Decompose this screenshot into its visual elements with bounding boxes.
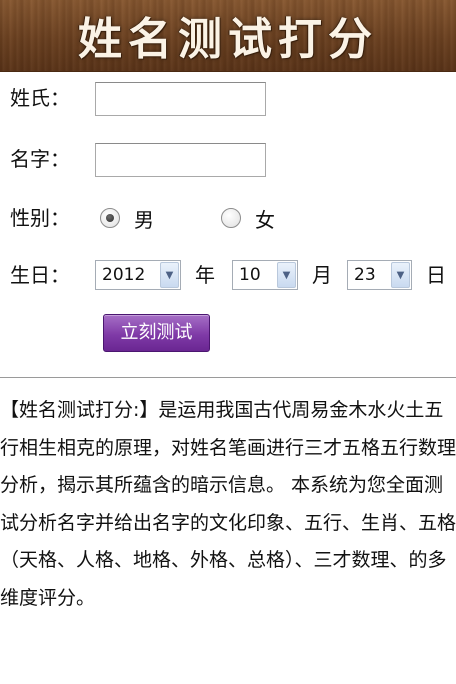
given-name-label: 名字： bbox=[10, 147, 70, 171]
gender-female-label: 女 bbox=[255, 207, 275, 232]
page-title: 姓名测试打分 bbox=[78, 13, 378, 65]
surname-input[interactable] bbox=[95, 82, 266, 116]
birthday-row: 生日： 2012 ▼ 年 10 ▼ 月 23 ▼ 日 bbox=[0, 255, 456, 295]
radio-male[interactable] bbox=[100, 208, 120, 228]
description-text: 【姓名测试打分:】是运用我国古代周易金木水火土五行相生相克的原理，对姓名笔画进行… bbox=[0, 399, 456, 609]
header-banner: 姓名测试打分 bbox=[0, 0, 456, 72]
day-select[interactable]: 23 ▼ bbox=[347, 260, 412, 290]
chevron-down-icon[interactable]: ▼ bbox=[277, 262, 296, 288]
submit-test-button[interactable]: 立刻测试 bbox=[103, 314, 210, 352]
gender-label: 性别： bbox=[10, 206, 70, 230]
chevron-down-icon[interactable]: ▼ bbox=[391, 262, 410, 288]
chevron-down-icon[interactable]: ▼ bbox=[160, 262, 179, 288]
month-unit: 月 bbox=[312, 263, 332, 287]
given-name-input[interactable] bbox=[95, 143, 266, 177]
section-divider bbox=[0, 377, 456, 378]
year-value: 2012 bbox=[102, 265, 146, 285]
gender-row: 性别： 男 女 bbox=[0, 198, 456, 238]
birthday-label: 生日： bbox=[10, 263, 70, 287]
surname-label: 姓氏： bbox=[10, 86, 70, 110]
surname-row: 姓氏： bbox=[0, 78, 456, 118]
year-unit: 年 bbox=[195, 263, 215, 287]
radio-female[interactable] bbox=[221, 208, 241, 228]
year-select[interactable]: 2012 ▼ bbox=[95, 260, 181, 290]
gender-male-label: 男 bbox=[134, 207, 154, 232]
gender-option-female[interactable]: 女 bbox=[221, 198, 275, 238]
day-value: 23 bbox=[354, 265, 376, 285]
month-value: 10 bbox=[239, 265, 261, 285]
day-unit: 日 bbox=[426, 263, 446, 287]
month-select[interactable]: 10 ▼ bbox=[232, 260, 298, 290]
given-name-row: 名字： bbox=[0, 139, 456, 179]
gender-option-male[interactable]: 男 bbox=[100, 198, 154, 238]
